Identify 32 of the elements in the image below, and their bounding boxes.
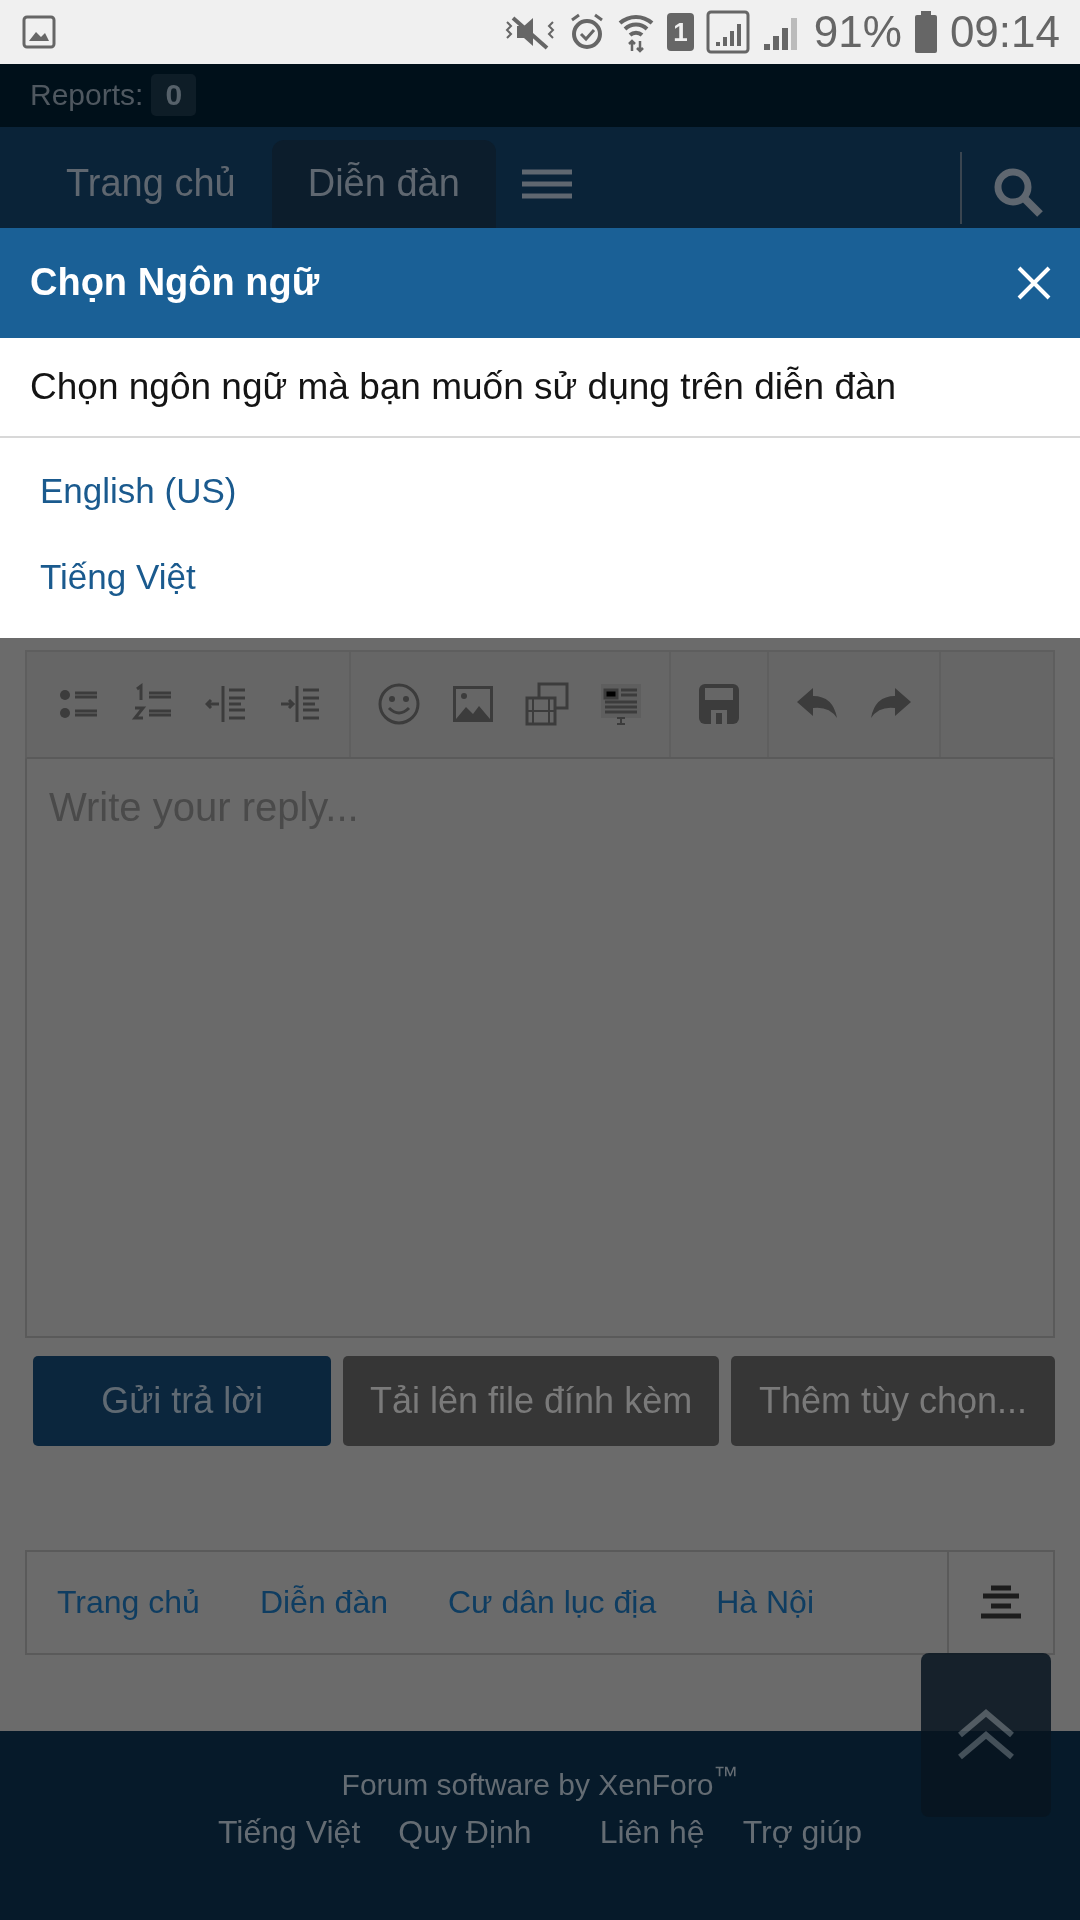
submit-button[interactable]: Gửi trả lời [33, 1355, 332, 1446]
language-link[interactable]: Tiếng Việt [0, 533, 236, 620]
reports-label: Reports: [30, 78, 144, 113]
breadcrumb-link[interactable]: Hà Nội [686, 1583, 844, 1621]
footer-link[interactable]: Trợ giúp [742, 1813, 863, 1851]
signal-icon [705, 9, 750, 54]
nav-tab[interactable]: Diễn đàn [271, 139, 496, 228]
option-button[interactable]: Thêm tùy chọn... [730, 1355, 1055, 1446]
clock-time: 09:14 [949, 6, 1060, 57]
footer-link[interactable]: Tiếng Việt [217, 1813, 361, 1851]
save-icon[interactable] [697, 682, 741, 727]
breadcrumb-link[interactable]: Cư dân lục địa [418, 1583, 687, 1621]
film-icon[interactable] [525, 682, 569, 727]
close-button[interactable] [1016, 264, 1052, 301]
breadcrumb-link[interactable]: Trang chủ [27, 1583, 230, 1621]
dialog-description: Chọn ngôn ngữ mà bạn muốn sử dụng trên diễn đàn [0, 337, 1080, 438]
sim-badge: 1 [667, 12, 694, 51]
battery-icon [913, 10, 938, 53]
scroll-top-button[interactable] [921, 1652, 1051, 1817]
footer-link[interactable]: Liên hệ [599, 1813, 705, 1851]
nav-tab[interactable]: Trang chủ [30, 139, 272, 228]
dialog-title: Chọn Ngôn ngữ [30, 261, 321, 305]
language-link[interactable]: English (US) [0, 447, 277, 534]
option-button[interactable]: Tải lên file đính kèm [343, 1355, 719, 1446]
smiley-icon[interactable] [377, 682, 421, 727]
footer-credit: Forum software by XenForo$^{™}$ [341, 1760, 739, 1802]
gallery-icon [22, 14, 56, 49]
breadcrumb-link[interactable]: Diễn đàn [229, 1583, 418, 1621]
battery-percent: 91% [813, 6, 902, 57]
reports-count: 0 [151, 74, 197, 117]
footer-link[interactable]: Quy Định [398, 1813, 532, 1851]
template-icon[interactable] [599, 682, 643, 727]
